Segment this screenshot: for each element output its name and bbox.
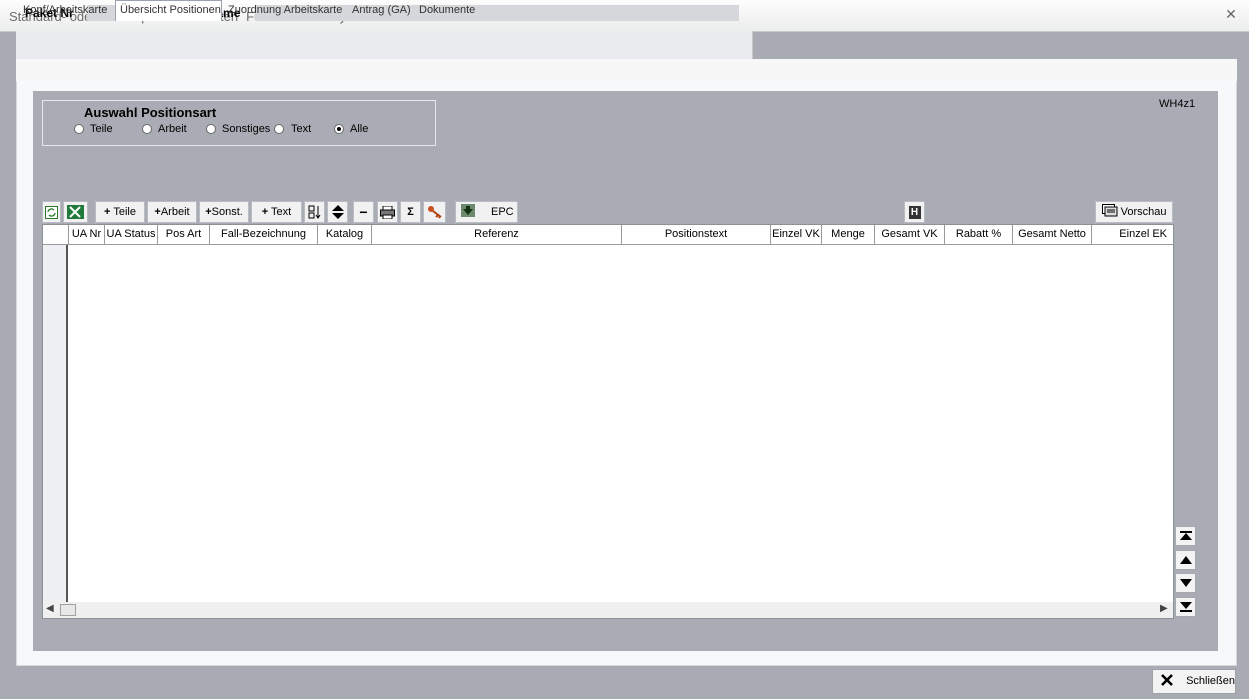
radio-alle-circle[interactable]	[334, 124, 344, 134]
horizontal-scrollbar[interactable]	[43, 602, 1173, 618]
col-menge[interactable]: Menge	[822, 225, 875, 244]
row-indicator-header	[43, 225, 69, 244]
close-label: Schließen	[1186, 675, 1235, 687]
tab-strip	[16, 59, 1237, 81]
radio-alle-label: Alle	[350, 123, 369, 135]
col-ua-nr[interactable]: UA Nr	[69, 225, 105, 244]
arrow-down-icon	[1179, 579, 1192, 587]
first-record-icon	[1179, 531, 1192, 540]
delete-position-button[interactable]: −	[353, 201, 374, 223]
col-rabatt[interactable]: Rabatt %	[945, 225, 1013, 244]
plus-icon: +	[261, 206, 269, 218]
scroll-left-icon[interactable]: ◀	[46, 603, 54, 614]
col-einzel-vk[interactable]: Einzel VK	[771, 225, 822, 244]
sigma-icon: Σ	[407, 206, 414, 218]
radio-arbeit-circle[interactable]	[142, 124, 152, 134]
col-einzel-ek[interactable]: Einzel EK	[1092, 225, 1173, 244]
printer-icon	[380, 205, 395, 220]
radio-text-circle[interactable]	[274, 124, 284, 134]
close-icon	[1161, 674, 1173, 686]
sort-button[interactable]	[304, 201, 325, 223]
col-fall-bezeichnung[interactable]: Fall-Bezeichnung	[210, 225, 318, 244]
key-button[interactable]	[423, 201, 446, 223]
radio-sonstiges-circle[interactable]	[206, 124, 216, 134]
excel-export-button[interactable]	[63, 201, 88, 223]
h-label: H	[908, 206, 921, 219]
positions-grid[interactable]	[42, 224, 1174, 619]
tab-kopf-arbeitskarte[interactable]: Kopf/Arbeitskarte	[23, 4, 107, 16]
tab-dokumente[interactable]: Dokumente	[419, 4, 475, 16]
tab-uebersicht-positionen[interactable]: Übersicht Positionen	[115, 0, 222, 21]
tab-zuordnung-arbeitskarte[interactable]: Zuordnung Arbeitskarte	[228, 4, 342, 16]
col-pos-art[interactable]: Pos Art	[158, 225, 210, 244]
add-text-button[interactable]: + Text	[251, 201, 302, 223]
vorschau-label: Vorschau	[1120, 206, 1167, 218]
add-teile-label: Teile	[113, 206, 136, 218]
row-indicator-column	[43, 245, 68, 602]
radio-arbeit-label: Arbeit	[158, 123, 187, 135]
grid-header: UA Nr UA Status Pos Art Fall-Bezeichnung…	[43, 225, 1173, 245]
minus-icon: −	[359, 204, 368, 220]
screen-code: WH4z1	[1159, 98, 1196, 110]
key-icon	[427, 206, 442, 219]
nav-last-button[interactable]	[1175, 597, 1196, 617]
nav-previous-button[interactable]	[1175, 550, 1196, 570]
radio-teile-label: Teile	[90, 123, 113, 135]
col-katalog[interactable]: Katalog	[318, 225, 372, 244]
add-teile-button[interactable]: + Teile	[95, 201, 145, 223]
up-down-arrow-icon	[331, 205, 344, 219]
epc-button[interactable]: EPC	[455, 201, 518, 223]
last-record-icon	[1179, 602, 1192, 612]
sort-icon	[308, 205, 320, 219]
nav-first-button[interactable]	[1175, 526, 1196, 546]
arrow-up-icon	[1179, 556, 1192, 564]
excel-icon	[67, 205, 84, 219]
add-text-label: Text	[271, 206, 292, 218]
header-panel	[16, 31, 753, 60]
sum-button[interactable]: Σ	[400, 201, 421, 223]
close-button[interactable]: Schließen	[1152, 669, 1236, 694]
scroll-thumb[interactable]	[60, 604, 76, 616]
col-ua-status[interactable]: UA Status	[105, 225, 158, 244]
add-arbeit-button[interactable]: +Arbeit	[147, 201, 197, 223]
add-sonstiges-label: Sonst.	[211, 206, 243, 218]
tab-antrag-ga[interactable]: Antrag (GA)	[352, 4, 411, 16]
h-button[interactable]: H	[904, 201, 925, 223]
move-up-down-button[interactable]	[327, 201, 348, 223]
col-positionstext[interactable]: Positionstext	[622, 225, 771, 244]
add-sonstiges-button[interactable]: +Sonst.	[199, 201, 249, 223]
vorschau-button[interactable]: Vorschau	[1095, 201, 1173, 223]
radio-teile-circle[interactable]	[74, 124, 84, 134]
refresh-icon	[45, 206, 58, 219]
radio-sonstiges-label: Sonstiges	[222, 123, 271, 135]
col-gesamt-vk[interactable]: Gesamt VK	[875, 225, 945, 244]
close-icon[interactable]: ✕	[1224, 6, 1238, 22]
nav-next-button[interactable]	[1175, 573, 1196, 593]
print-button[interactable]	[377, 201, 398, 223]
epc-label: EPC	[491, 206, 514, 218]
col-gesamt-netto[interactable]: Gesamt Netto	[1013, 225, 1092, 244]
arrow-down-icon	[461, 204, 475, 217]
radio-text-label: Text	[291, 123, 312, 135]
positionsart-title: Auswahl Positionsart	[84, 105, 217, 120]
col-referenz[interactable]: Referenz	[372, 225, 622, 244]
preview-icon	[1101, 204, 1118, 217]
refresh-button[interactable]	[42, 201, 61, 223]
add-arbeit-label: Arbeit	[160, 206, 190, 218]
scroll-right-icon[interactable]: ▶	[1160, 603, 1168, 614]
plus-icon: +	[104, 206, 111, 218]
